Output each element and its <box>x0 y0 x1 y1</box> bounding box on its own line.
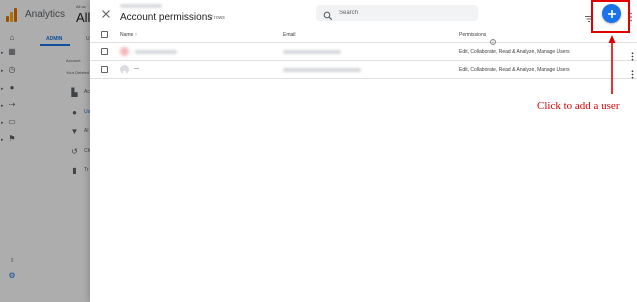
row-more-vert-icon[interactable] <box>631 48 634 61</box>
help-info-icon[interactable] <box>490 32 496 45</box>
user-name-redacted <box>135 50 177 54</box>
annotation-arrow-icon <box>608 35 616 94</box>
row-more-vert-icon[interactable] <box>631 66 634 79</box>
close-icon[interactable] <box>100 8 112 20</box>
avatar <box>120 65 129 77</box>
user-email-redacted <box>283 68 361 72</box>
row-checkbox[interactable] <box>101 66 108 73</box>
user-email-redacted <box>283 50 341 54</box>
column-header-email[interactable]: Email <box>283 32 296 38</box>
permissions-cell: Edit, Collaborate, Read & Analyze, Manag… <box>459 49 570 55</box>
breadcrumb <box>120 4 162 8</box>
annotation-highlight-box <box>591 0 630 33</box>
avatar <box>120 47 129 56</box>
person-icon <box>121 70 128 77</box>
page-title: Account permissions <box>120 12 213 23</box>
row-count-label: 2 rows <box>210 15 225 21</box>
annotation-text: Click to add a user <box>537 100 620 112</box>
user-name-cell: — <box>134 66 139 72</box>
select-all-checkbox[interactable] <box>101 31 108 38</box>
search-icon <box>323 8 333 21</box>
column-header-name[interactable]: Name ↑ <box>120 32 137 38</box>
search-field[interactable] <box>316 5 478 21</box>
row-checkbox[interactable] <box>101 48 108 55</box>
table-header <box>90 28 637 43</box>
search-input[interactable] <box>339 8 469 18</box>
column-header-permissions[interactable]: Permissions <box>459 32 486 38</box>
permissions-cell: Edit, Collaborate, Read & Analyze, Manag… <box>459 67 570 73</box>
